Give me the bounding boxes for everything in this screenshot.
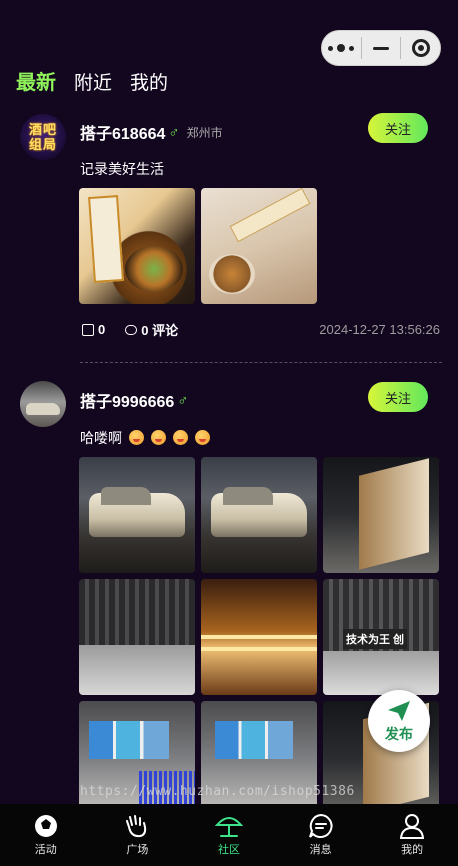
male-icon: ♂ xyxy=(177,391,189,409)
tabbar-label: 我的 xyxy=(401,844,424,856)
minimize-icon xyxy=(373,46,389,50)
tabbar-item-square[interactable]: 广场 xyxy=(92,804,184,866)
tab-latest[interactable]: 最新 xyxy=(16,66,56,95)
watermark: https://www.huzhan.com/ishop51386 xyxy=(80,784,355,799)
tabbar-item-profile[interactable]: 我的 xyxy=(366,804,458,866)
avatar-logo: 酒吧 组局 xyxy=(29,122,57,152)
avatar-logo-line-1: 酒吧 xyxy=(28,122,57,137)
post-actions: 0 0 评论 xyxy=(82,320,178,339)
post-image-grid xyxy=(79,457,439,817)
minimize-button[interactable] xyxy=(362,31,401,65)
tabbar-item-community[interactable]: 社区 xyxy=(183,804,275,866)
publish-label: 发布 xyxy=(385,725,413,742)
umbrella-icon xyxy=(214,817,243,837)
more-button[interactable] xyxy=(322,31,361,65)
username[interactable]: 搭子9996666 ♂ xyxy=(80,388,189,412)
city-label: 郑州市 xyxy=(186,125,223,140)
target-close-icon xyxy=(411,39,430,57)
more-dots-icon xyxy=(328,44,355,52)
yum-emoji-icon xyxy=(150,430,166,445)
username-text: 搭子618664 xyxy=(80,126,166,143)
post-content-text: 哈喽啊 xyxy=(80,430,122,446)
post-image[interactable] xyxy=(201,701,317,817)
comment-icon xyxy=(125,324,138,335)
football-icon xyxy=(34,815,57,837)
comment-button[interactable]: 0 评论 xyxy=(125,320,178,339)
thumb-up-icon xyxy=(82,323,94,336)
post-content: 记录美好生活 xyxy=(80,161,164,177)
tabbar-label: 活动 xyxy=(34,844,57,856)
yum-emoji-icon xyxy=(172,430,188,445)
bottom-tabbar: 活动 广场 社区 消息 我的 xyxy=(0,804,458,866)
yum-emoji-icon xyxy=(194,430,210,445)
post-image[interactable] xyxy=(79,188,195,304)
feed-tabs: 最新 附近 我的 xyxy=(16,66,168,95)
send-arrow-icon xyxy=(388,700,410,721)
post-image[interactable] xyxy=(323,579,439,695)
tabbar-label: 社区 xyxy=(217,844,240,856)
avatar[interactable]: 酒吧 组局 xyxy=(20,114,66,160)
tab-nearby[interactable]: 附近 xyxy=(74,68,112,95)
like-button[interactable]: 0 xyxy=(82,322,105,337)
post-image[interactable] xyxy=(323,457,439,573)
like-count: 0 xyxy=(98,322,106,337)
avatar-logo-line-2: 组局 xyxy=(28,137,57,152)
miniprogram-capsule xyxy=(321,30,441,66)
wave-hand-icon xyxy=(126,815,147,838)
tab-mine[interactable]: 我的 xyxy=(130,68,168,95)
male-icon: ♂ xyxy=(168,123,180,141)
follow-button[interactable]: 关注 xyxy=(368,113,428,143)
post-image[interactable] xyxy=(79,701,195,817)
post-image[interactable] xyxy=(79,579,195,695)
tabbar-item-messages[interactable]: 消息 xyxy=(275,804,367,866)
tabbar-label: 消息 xyxy=(309,844,332,856)
username[interactable]: 搭子618664 ♂ 郑州市 xyxy=(80,120,223,144)
post-image-grid xyxy=(79,188,317,304)
tabbar-item-activity[interactable]: 活动 xyxy=(0,804,92,866)
post-image[interactable] xyxy=(201,188,317,304)
user-icon xyxy=(400,814,425,839)
close-button[interactable] xyxy=(401,31,440,65)
post-time: 2024-12-27 13:56:26 xyxy=(319,322,440,337)
tabbar-label: 广场 xyxy=(126,844,149,856)
post-image[interactable] xyxy=(201,579,317,695)
message-icon xyxy=(308,813,333,838)
comment-count: 0 评论 xyxy=(141,323,179,338)
yum-emoji-icon xyxy=(128,430,144,445)
post-image[interactable] xyxy=(79,457,195,573)
username-text: 搭子9996666 xyxy=(80,394,175,411)
follow-button[interactable]: 关注 xyxy=(368,382,428,412)
post-divider xyxy=(80,362,442,363)
post-content: 哈喽啊 xyxy=(80,428,210,448)
post-image[interactable] xyxy=(201,457,317,573)
avatar[interactable] xyxy=(20,381,66,427)
publish-button[interactable]: 发布 xyxy=(368,690,430,752)
